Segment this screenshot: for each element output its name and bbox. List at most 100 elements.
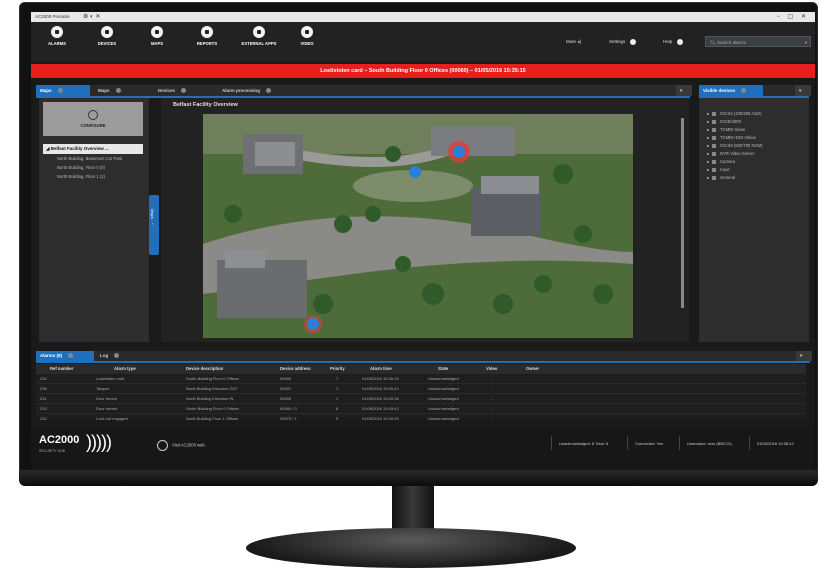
- close-icon[interactable]: [115, 88, 121, 94]
- table-row[interactable]: 231 Door forced North Building Entrance …: [36, 393, 806, 403]
- column-header[interactable]: Ref number: [50, 366, 73, 371]
- cell-alarm-type: Lost/stolen card: [96, 376, 125, 381]
- list-item[interactable]: ▸ IOCB/4009: [707, 118, 763, 126]
- cell-alarm-type: Lock not engaged: [96, 416, 128, 421]
- search-input[interactable]: 🔍︎ Search alarms ▾: [705, 36, 811, 47]
- list-item[interactable]: ▸ Input: [707, 166, 763, 174]
- apps-icon: [253, 26, 265, 38]
- list-item[interactable]: ▸ DVR Video Server: [707, 150, 763, 158]
- device-type-icon: [712, 159, 717, 164]
- list-item[interactable]: ▸ IOCS4 (100/200 A&O): [707, 110, 763, 118]
- user-status: Username: cem (BBC10): [687, 441, 732, 446]
- device-label: Input: [720, 167, 730, 172]
- handle-label: Maps: [150, 209, 155, 219]
- reports-label: REPORTS: [196, 41, 218, 46]
- column-header[interactable]: Alarm type: [114, 366, 136, 371]
- help-button[interactable]: Help: [663, 39, 683, 45]
- maps-button[interactable]: MAPS: [137, 26, 177, 47]
- alarm-table: Ref number Alarm type Device description…: [36, 364, 806, 421]
- device-label: TCMDI-Slave: [720, 127, 746, 132]
- map-viewer: Belfast Facility Overview: [161, 98, 689, 342]
- tab-maps-active[interactable]: Maps: [36, 85, 90, 96]
- main-tabbar: Maps Maps Devices Alarm processing ▾: [36, 85, 692, 98]
- map-icon: [151, 26, 163, 38]
- tab-alarm-processing[interactable]: Alarm processing: [218, 85, 302, 96]
- maps-panel-handle[interactable]: ‹ Maps: [149, 195, 159, 255]
- cell-device-description: South Building Floor 0 Offices: [186, 406, 239, 411]
- close-icon[interactable]: [57, 88, 63, 94]
- window-controls[interactable]: − ▢ ✕: [776, 13, 809, 20]
- device-type-icon: [712, 127, 717, 132]
- list-item[interactable]: ▸ TCMDI-Slave: [707, 126, 763, 134]
- settings-label: Settings: [609, 39, 626, 45]
- column-header[interactable]: Video: [486, 366, 497, 371]
- tab-log[interactable]: Log: [96, 351, 150, 361]
- column-header[interactable]: Device address: [280, 366, 311, 371]
- table-row[interactable]: 234 Lost/stolen card South Building Floo…: [36, 373, 806, 383]
- monitor-chin: [19, 470, 818, 486]
- alarm-tab-menu-button[interactable]: ▾: [796, 351, 812, 361]
- cell-video: -: [491, 396, 493, 401]
- settings-button[interactable]: Settings: [609, 39, 636, 45]
- list-item[interactable]: ▸ General: [707, 174, 763, 182]
- search-placeholder: Search alarms: [716, 40, 746, 45]
- list-item[interactable]: ▸ TCMDI+DIO+Slave: [707, 134, 763, 142]
- configure-button[interactable]: CONFIGURE: [43, 102, 143, 136]
- tab-label: Alarm processing: [222, 88, 261, 93]
- column-header[interactable]: Owner: [526, 366, 539, 371]
- status-divider: [749, 436, 750, 450]
- devices-button[interactable]: DEVICES: [87, 26, 127, 47]
- map-vertical-scrollbar[interactable]: [681, 118, 684, 308]
- tree-item[interactable]: North Building, Floor 0 (0): [43, 163, 143, 172]
- alarm-banner[interactable]: Lost/stolen card – South Building Floor …: [31, 64, 815, 78]
- cell-ref: 233: [40, 406, 47, 411]
- cell-alarm-time: 01/05/2016 15:05:42: [362, 386, 399, 391]
- titlebar-icons[interactable]: ⚙ ◐ ✕: [83, 13, 100, 20]
- tree-item-root[interactable]: ◢ Belfast Facility Overview ...: [43, 144, 143, 154]
- device-list: ▸ IOCS4 (100/200 A&O) ▸ IOCB/4009 ▸ TCMDI-S…: [707, 110, 763, 182]
- tree-item[interactable]: North Building, Basement Car Park: [43, 154, 143, 163]
- close-icon[interactable]: [741, 88, 747, 94]
- help-label: Help: [663, 39, 673, 45]
- tab-menu-button[interactable]: ▾: [676, 85, 692, 96]
- device-type-icon: [712, 143, 717, 148]
- close-icon[interactable]: [114, 353, 120, 359]
- close-icon[interactable]: [266, 88, 272, 94]
- cell-ref: 236: [40, 386, 47, 391]
- table-row[interactable]: 233 Door forced South Building Floor 0 O…: [36, 403, 806, 413]
- close-icon[interactable]: [68, 353, 74, 359]
- column-header[interactable]: Alarm time: [370, 366, 392, 371]
- external-apps-button[interactable]: EXTERNAL APPS: [235, 26, 283, 47]
- tab-visible-devices[interactable]: Visible devices: [699, 85, 763, 96]
- cell-alarm-type: Door forced: [96, 396, 117, 401]
- video-button[interactable]: VIDEO: [287, 26, 327, 47]
- cell-video: -: [491, 406, 493, 411]
- facility-aerial-image[interactable]: [203, 114, 633, 338]
- mute-button[interactable]: Mute ◂): [566, 39, 581, 45]
- list-item[interactable]: ▸ Camera: [707, 158, 763, 166]
- speaker-icon: ◂): [577, 39, 582, 44]
- column-header[interactable]: Device description: [186, 366, 223, 371]
- chevron-left-icon: ‹: [152, 221, 154, 226]
- external-apps-label: EXTERNAL APPS: [241, 41, 277, 46]
- tab-alarms[interactable]: Alarms (8): [36, 351, 94, 361]
- tab-devices[interactable]: Devices: [154, 85, 214, 96]
- right-tab-menu-button[interactable]: ▾: [795, 85, 811, 96]
- table-row[interactable]: 232 Lock not engaged North Building Floo…: [36, 413, 806, 423]
- column-header[interactable]: Priority: [330, 366, 345, 371]
- close-icon[interactable]: [181, 88, 187, 94]
- visit-label: Visit AC2000 web: [172, 442, 205, 448]
- device-type-icon: [712, 111, 717, 116]
- table-row[interactable]: 236 Tamper North Building Entrance OUT 0…: [36, 383, 806, 393]
- device-type-icon: [712, 119, 717, 124]
- list-item[interactable]: ▸ IOCS8 (500/700 NOM): [707, 142, 763, 150]
- column-header[interactable]: State: [438, 366, 448, 371]
- reports-button[interactable]: REPORTS: [187, 26, 227, 47]
- alarms-button[interactable]: ALARMS: [37, 26, 77, 47]
- device-label: General: [720, 175, 736, 180]
- tab-maps[interactable]: Maps: [94, 85, 148, 96]
- visit-web-link[interactable]: Visit AC2000 web: [157, 440, 205, 451]
- right-tabbar: Visible devices ▾: [699, 85, 811, 98]
- cell-video: -: [491, 376, 493, 381]
- tree-item[interactable]: North Building, Floor 1 (1): [43, 172, 143, 181]
